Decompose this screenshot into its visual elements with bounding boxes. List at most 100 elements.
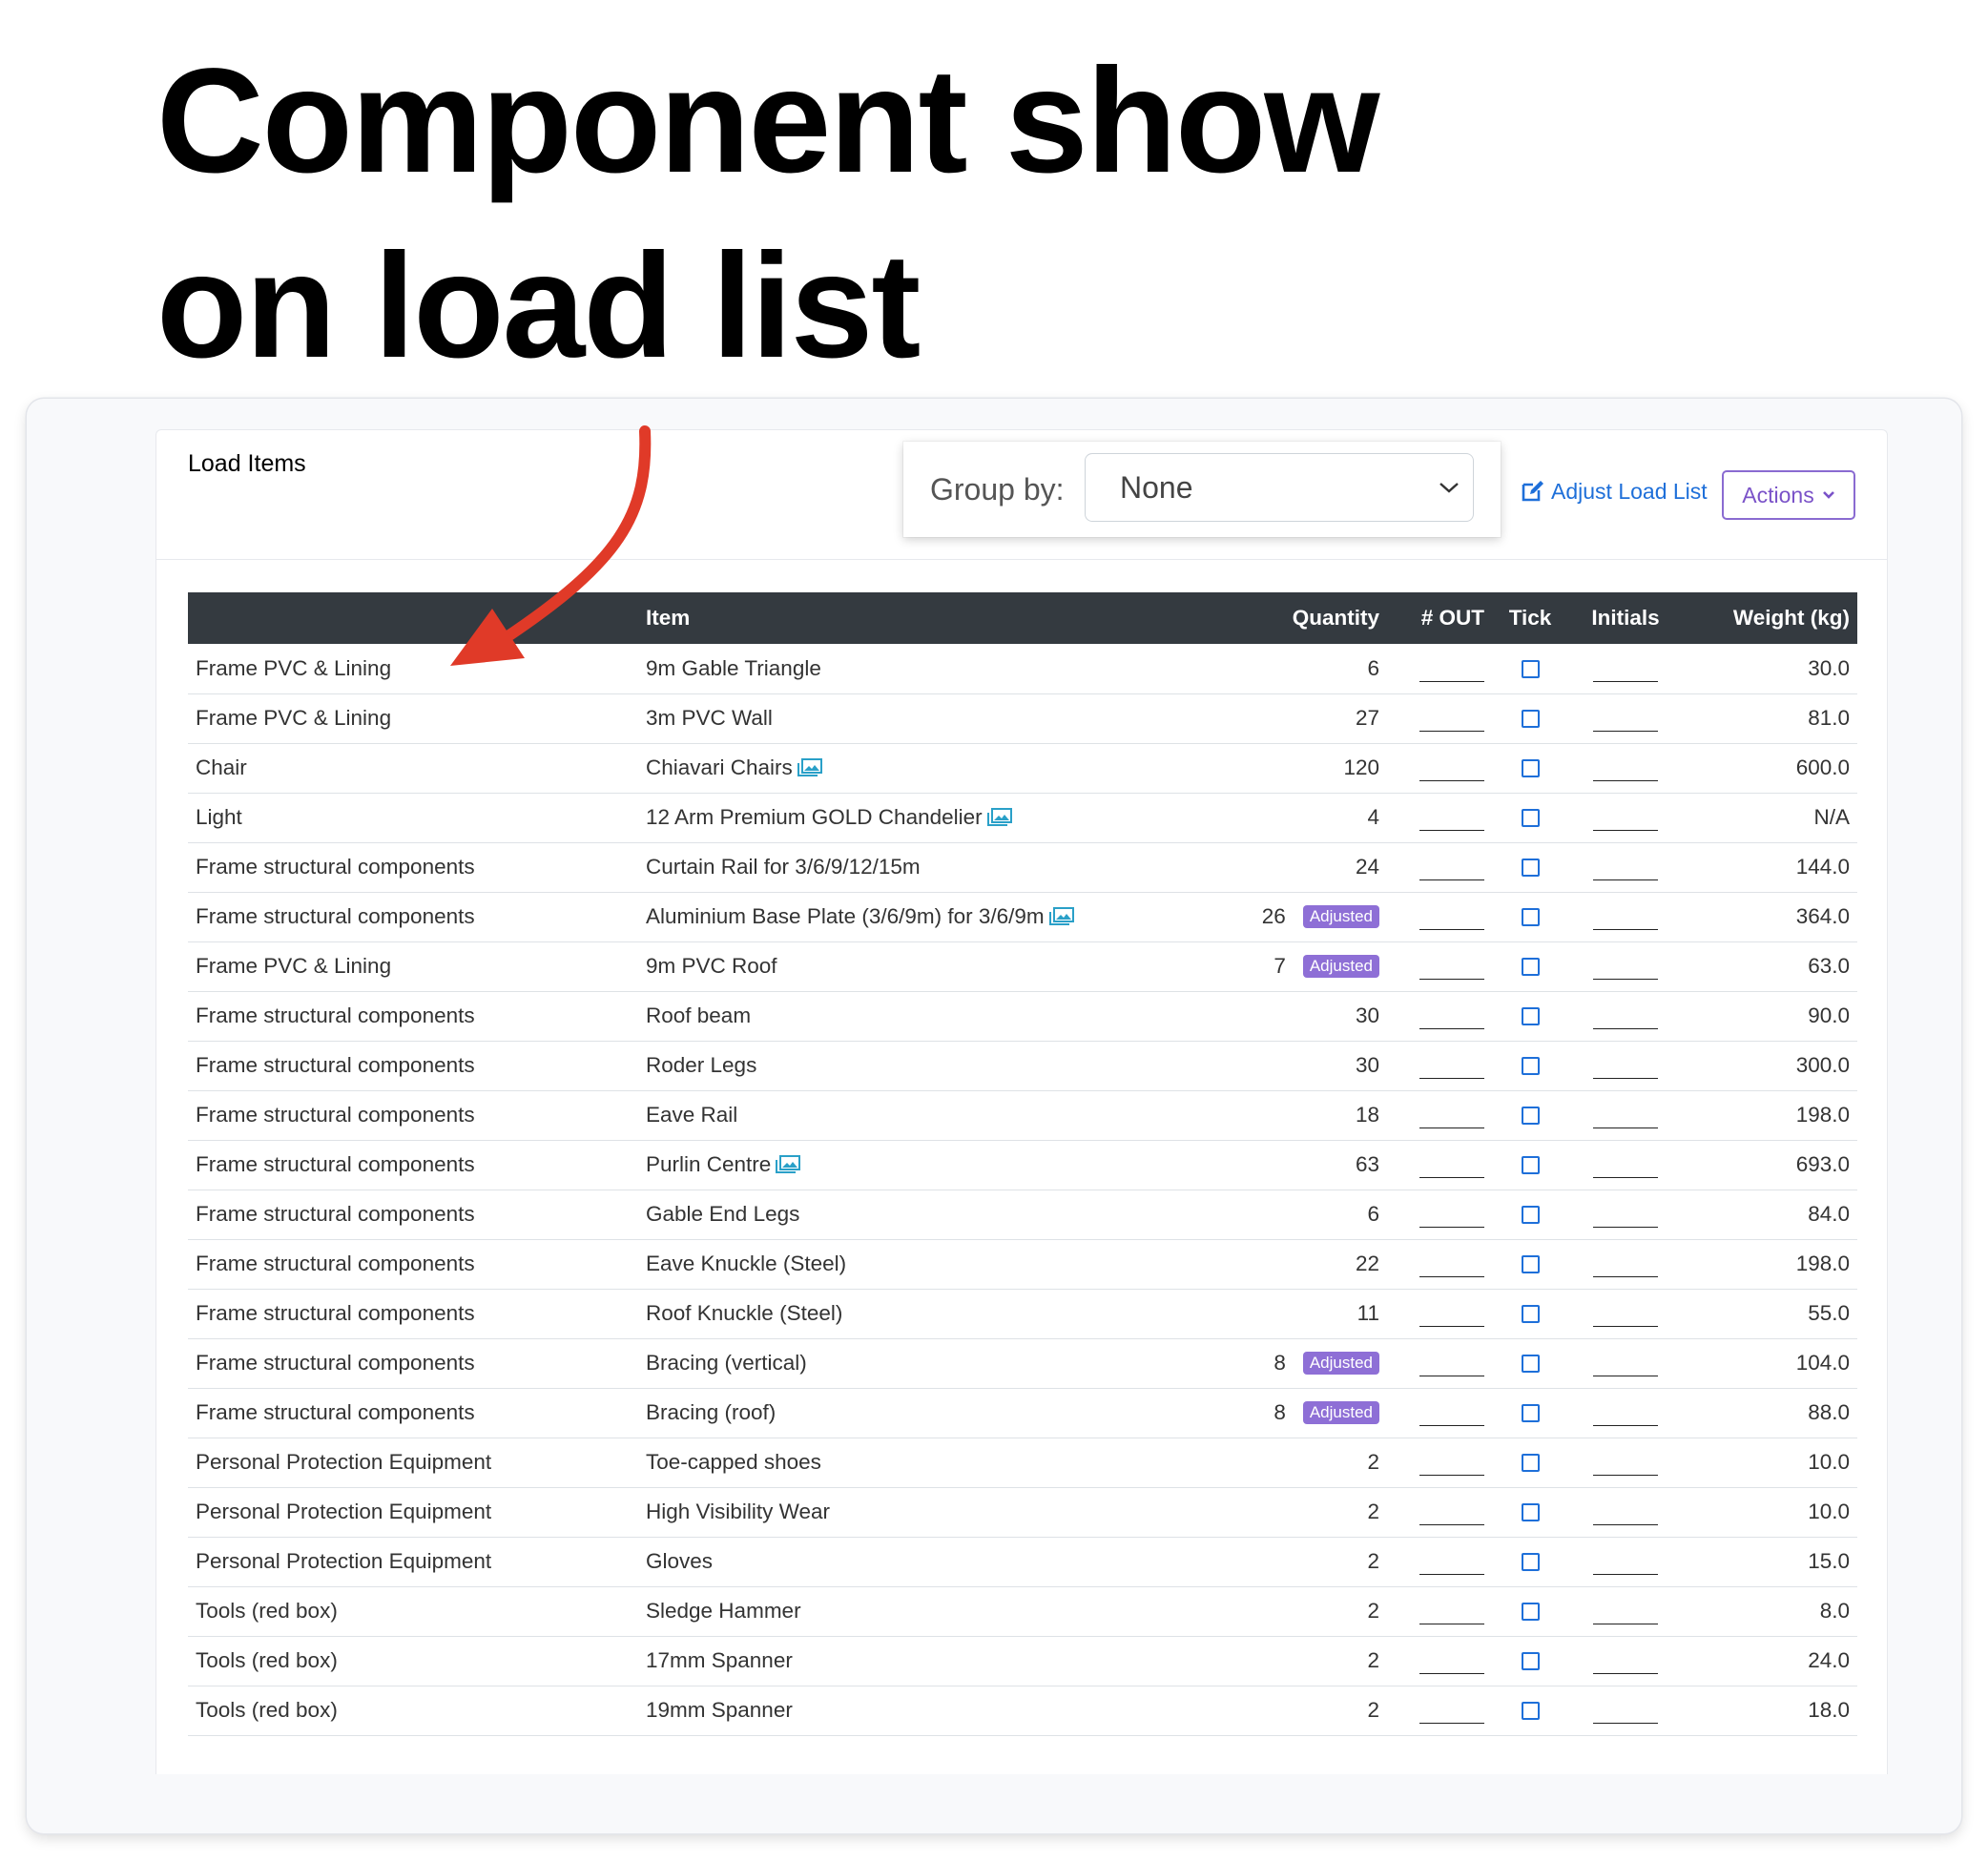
out-cell (1387, 793, 1492, 843)
quantity-value: 26 (1261, 904, 1286, 928)
group-by-select[interactable]: None (1085, 453, 1474, 522)
image-icon[interactable] (1048, 907, 1074, 925)
edit-icon (1522, 481, 1543, 502)
image-icon[interactable] (797, 758, 822, 776)
initials-cell (1568, 1289, 1683, 1339)
column-header-quantity: Quantity (1234, 592, 1387, 644)
table-row: Frame structural components Bracing (roof… (188, 1388, 1857, 1438)
tick-cell (1492, 1438, 1568, 1488)
initials-blank-line (1593, 979, 1658, 980)
component-cell: Frame structural components (188, 1041, 638, 1091)
quantity-value: 120 (1343, 755, 1379, 779)
out-cell (1387, 1041, 1492, 1091)
quantity-cell: 24 (1234, 842, 1387, 893)
tick-checkbox[interactable] (1521, 958, 1540, 976)
out-blank-line (1419, 879, 1484, 880)
item-name: Aluminium Base Plate (3/6/9m) for 3/6/9m (646, 904, 1045, 928)
component-cell: Frame structural components (188, 1289, 638, 1339)
quantity-value: 2 (1367, 1450, 1379, 1474)
tick-checkbox[interactable] (1521, 908, 1540, 926)
tick-checkbox[interactable] (1521, 1404, 1540, 1422)
image-icon[interactable] (986, 808, 1012, 826)
table-row: Personal Protection Equipment Gloves 2 15.0 (188, 1537, 1857, 1587)
tick-checkbox[interactable] (1521, 710, 1540, 728)
tick-checkbox[interactable] (1521, 1206, 1540, 1224)
adjusted-badge: Adjusted (1302, 905, 1379, 928)
out-blank-line (1419, 1475, 1484, 1476)
tick-checkbox[interactable] (1521, 1305, 1540, 1323)
component-cell: Tools (red box) (188, 1586, 638, 1637)
table-row: Tools (red box) 17mm Spanner 2 24.0 (188, 1636, 1857, 1686)
tick-checkbox[interactable] (1521, 1107, 1540, 1125)
quantity-value: 30 (1355, 1003, 1379, 1027)
tick-checkbox[interactable] (1521, 1454, 1540, 1472)
image-icon[interactable] (776, 1155, 801, 1173)
quantity-cell: 27 (1234, 693, 1387, 744)
table-row: Frame structural components Eave Knuckle … (188, 1239, 1857, 1290)
weight-cell: 63.0 (1683, 941, 1857, 992)
out-blank-line (1419, 1425, 1484, 1426)
component-cell: Personal Protection Equipment (188, 1487, 638, 1538)
component-cell: Frame PVC & Lining (188, 941, 638, 992)
out-cell (1387, 644, 1492, 694)
tick-cell (1492, 1239, 1568, 1290)
quantity-cell: 2 (1234, 1487, 1387, 1538)
quantity-value: 11 (1356, 1301, 1379, 1325)
out-cell (1387, 842, 1492, 893)
out-cell (1387, 1239, 1492, 1290)
item-name: 12 Arm Premium GOLD Chandelier (646, 805, 983, 829)
tick-checkbox[interactable] (1521, 1057, 1540, 1075)
item-cell: Gable End Legs (638, 1190, 1234, 1240)
quantity-cell: 2 (1234, 1438, 1387, 1488)
table-row: Frame structural components Roder Legs 30 3… (188, 1041, 1857, 1091)
quantity-cell: 4 (1234, 793, 1387, 843)
item-cell: 3m PVC Wall (638, 693, 1234, 744)
initials-cell (1568, 1636, 1683, 1686)
item-cell: Aluminium Base Plate (3/6/9m) for 3/6/9m (638, 892, 1234, 942)
out-blank-line (1419, 731, 1484, 732)
initials-cell (1568, 1686, 1683, 1736)
quantity-value: 2 (1367, 1698, 1379, 1722)
headline-line-2: on load list (156, 223, 921, 389)
initials-cell (1568, 1438, 1683, 1488)
tick-checkbox[interactable] (1521, 1503, 1540, 1521)
weight-cell: 90.0 (1683, 991, 1857, 1042)
adjust-load-list-link[interactable]: Adjust Load List (1520, 476, 1708, 507)
chevron-down-icon (1439, 483, 1459, 493)
item-cell: Roof beam (638, 991, 1234, 1042)
initials-blank-line (1593, 879, 1658, 880)
item-cell: Gloves (638, 1537, 1234, 1587)
tick-checkbox[interactable] (1521, 1355, 1540, 1373)
tick-checkbox[interactable] (1521, 1156, 1540, 1174)
quantity-cell: 6 (1234, 644, 1387, 694)
tick-checkbox[interactable] (1521, 1007, 1540, 1025)
component-cell: Frame structural components (188, 1338, 638, 1389)
weight-cell: 198.0 (1683, 1090, 1857, 1141)
item-cell: 9m PVC Roof (638, 941, 1234, 992)
tick-checkbox[interactable] (1521, 1553, 1540, 1571)
tick-checkbox[interactable] (1521, 659, 1540, 678)
initials-blank-line (1593, 680, 1658, 682)
tick-checkbox[interactable] (1521, 1702, 1540, 1720)
table-row: Frame structural components Aluminium Bas… (188, 892, 1857, 942)
actions-dropdown-button[interactable]: Actions (1722, 470, 1855, 520)
tick-checkbox[interactable] (1521, 1603, 1540, 1621)
weight-cell: 81.0 (1683, 693, 1857, 744)
table-row: Frame structural components Eave Rail 18 19… (188, 1090, 1857, 1141)
column-header-tick: Tick (1492, 592, 1568, 644)
table-row: Frame PVC & Lining 3m PVC Wall 27 81.0 (188, 693, 1857, 744)
item-name: 9m PVC Roof (646, 954, 777, 978)
tick-checkbox[interactable] (1521, 1652, 1540, 1670)
column-header-item: Item (638, 592, 1234, 644)
out-cell (1387, 892, 1492, 942)
table-row: Chair Chiavari Chairs 120 600.0 (188, 743, 1857, 794)
tick-checkbox[interactable] (1521, 1255, 1540, 1273)
table-row: Personal Protection Equipment Toe-capped … (188, 1438, 1857, 1488)
tick-checkbox[interactable] (1521, 759, 1540, 777)
weight-cell: 198.0 (1683, 1239, 1857, 1290)
out-blank-line (1419, 1276, 1484, 1277)
tick-checkbox[interactable] (1521, 809, 1540, 827)
column-header-initials: Initials (1568, 592, 1683, 644)
tick-checkbox[interactable] (1521, 859, 1540, 877)
initials-blank-line (1593, 1574, 1658, 1575)
